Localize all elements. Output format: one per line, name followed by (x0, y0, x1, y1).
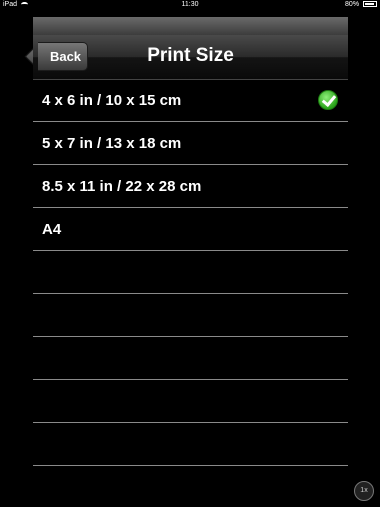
empty-row (33, 337, 348, 380)
battery-icon (363, 1, 377, 8)
navigation-bar: Back Print Size (33, 35, 348, 80)
status-right: 80% (345, 0, 377, 10)
battery-percent: 80% (345, 1, 360, 8)
option-label: 8.5 x 11 in / 22 x 28 cm (42, 178, 202, 195)
print-size-option-4x6[interactable]: 4 x 6 in / 10 x 15 cm (33, 79, 348, 122)
empty-row (33, 251, 348, 294)
option-label: A4 (42, 221, 62, 238)
option-label: 4 x 6 in / 10 x 15 cm (42, 92, 182, 109)
empty-row (33, 380, 348, 423)
empty-row (33, 294, 348, 337)
print-size-popover: Back Print Size 4 x 6 in / 10 x 15 cm 5 … (33, 17, 348, 472)
print-size-option-a4[interactable]: A4 (33, 208, 348, 251)
status-bar: iPad 11:30 80% (0, 0, 380, 10)
zoom-1x-button[interactable]: 1x (354, 481, 374, 501)
print-size-option-5x7[interactable]: 5 x 7 in / 13 x 18 cm (33, 122, 348, 165)
popover-top-strip (33, 17, 348, 35)
print-size-list: 4 x 6 in / 10 x 15 cm 5 x 7 in / 13 x 18… (33, 79, 348, 466)
print-size-option-8-5x11[interactable]: 8.5 x 11 in / 22 x 28 cm (33, 165, 348, 208)
checkmark-icon (318, 90, 338, 110)
back-button-label: Back (49, 49, 82, 64)
empty-row (33, 423, 348, 466)
option-label: 5 x 7 in / 13 x 18 cm (42, 135, 182, 152)
status-time: 11:30 (181, 1, 199, 8)
